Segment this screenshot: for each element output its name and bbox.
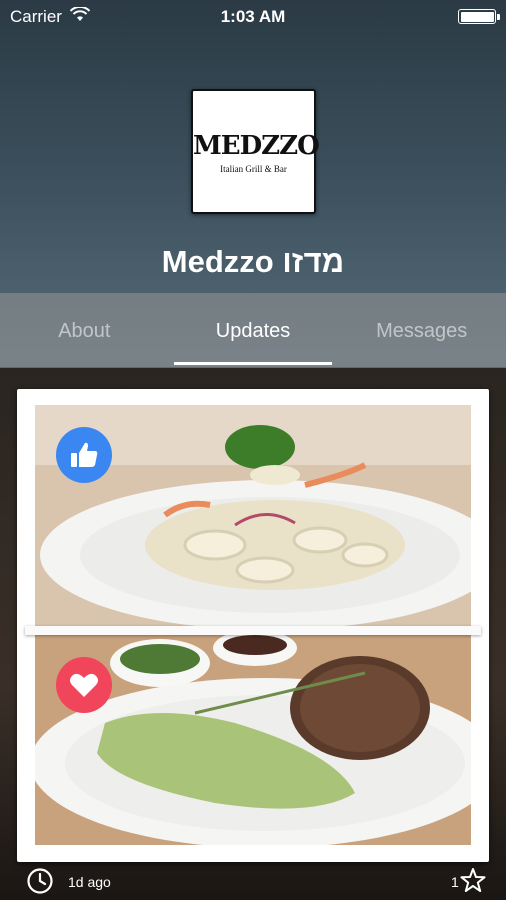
star-icon[interactable] <box>460 867 486 896</box>
post-time-ago: 1d ago <box>68 874 111 890</box>
page-title: Medzzo מדזו <box>161 244 345 279</box>
like-icon[interactable] <box>56 427 112 483</box>
tab-about[interactable]: About <box>0 293 169 367</box>
logo-tagline: Italian Grill & Bar <box>220 164 287 174</box>
photo-divider <box>25 626 481 635</box>
tab-updates[interactable]: Updates <box>169 293 338 367</box>
star-count: 1 <box>451 874 459 890</box>
battery-icon <box>458 9 500 24</box>
post-footer: 1d ago 1 <box>0 864 506 900</box>
heart-icon[interactable] <box>56 657 112 713</box>
tab-messages[interactable]: Messages <box>337 293 506 367</box>
status-bar: Carrier 1:03 AM <box>0 0 506 34</box>
tab-bar: About Updates Messages <box>0 293 506 367</box>
clock-time: 1:03 AM <box>220 7 286 26</box>
business-logo: MEDZZO Italian Grill & Bar <box>191 89 320 214</box>
clock-icon <box>26 867 54 898</box>
logo-word: MEDZZO <box>193 131 320 161</box>
